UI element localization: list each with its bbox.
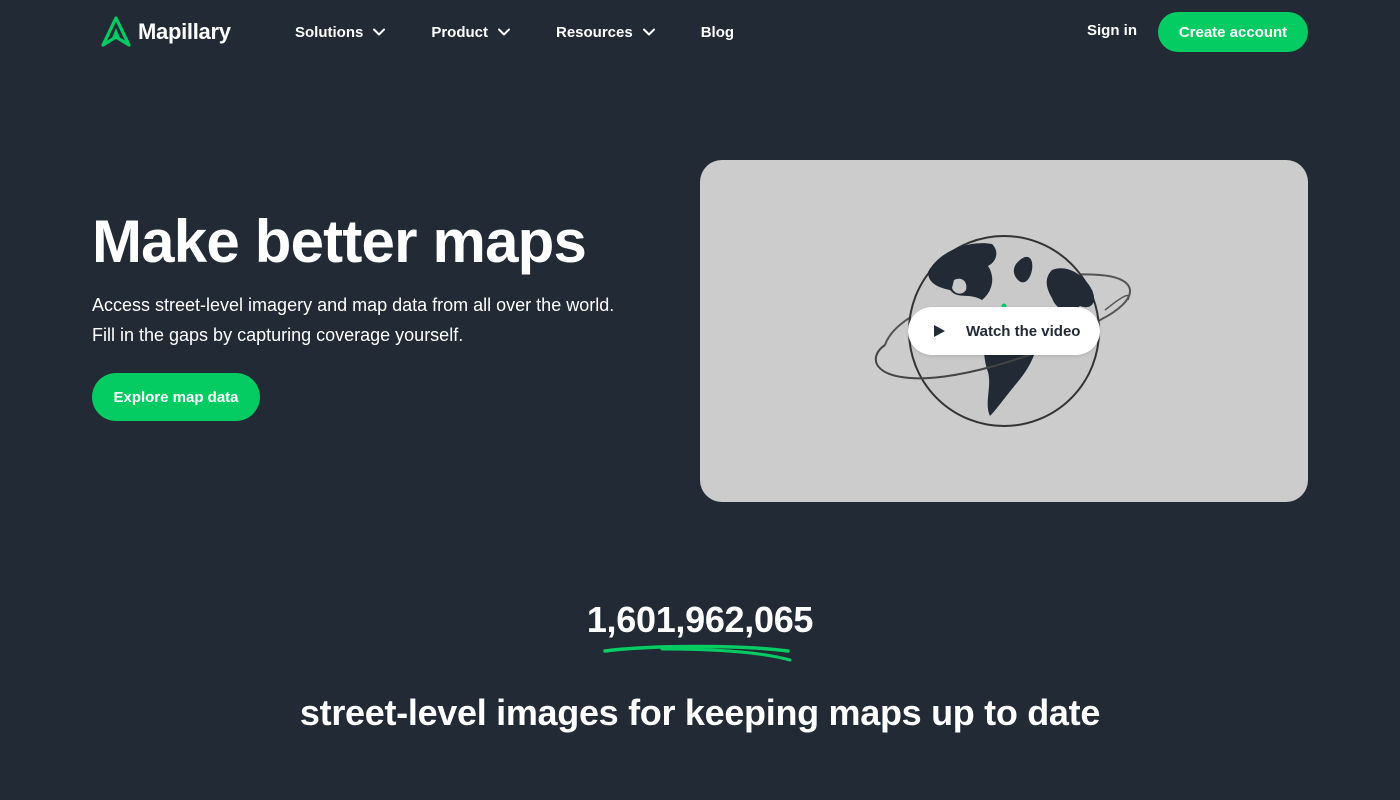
highlight-underline	[603, 644, 792, 662]
nav-menu: Solutions Product Resources Blog	[295, 20, 734, 44]
watch-video-label: Watch the video	[966, 322, 1081, 340]
chevron-down-icon	[373, 28, 386, 36]
chevron-down-icon	[642, 28, 655, 36]
logo-wordmark: Mapillary	[138, 19, 231, 44]
video-card[interactable]: Watch the video	[700, 160, 1308, 502]
nav-item-product[interactable]: Product	[431, 24, 510, 41]
play-icon	[934, 325, 945, 337]
hero-subtitle-line: Access street-level imagery and map data…	[92, 295, 615, 315]
explore-map-data-button[interactable]: Explore map data	[92, 373, 260, 421]
image-count: 1,601,962,065	[586, 599, 814, 640]
top-navigation: Mapillary Solutions Product Resources Bl…	[0, 0, 1400, 64]
nav-item-label: Resources	[556, 23, 633, 41]
hero-subtitle: Access street-level imagery and map data…	[92, 290, 652, 350]
nav-item-blog[interactable]: Blog	[701, 24, 734, 41]
mapillary-logo[interactable]: Mapillary	[100, 16, 231, 48]
image-count-caption: street-level images for keeping maps up …	[299, 692, 1101, 733]
nav-item-resources[interactable]: Resources	[556, 24, 655, 41]
hero-subtitle-line: Fill in the gaps by capturing coverage y…	[92, 325, 464, 345]
nav-item-solutions[interactable]: Solutions	[295, 23, 386, 41]
nav-item-label: Product	[431, 23, 488, 41]
create-account-button[interactable]: Create account	[1158, 12, 1308, 52]
hero-title: Make better maps	[92, 208, 587, 275]
chevron-down-icon	[498, 28, 510, 36]
nav-item-label: Blog	[700, 23, 735, 41]
nav-item-label: Solutions	[295, 23, 364, 41]
sign-in-link[interactable]: Sign in	[1087, 22, 1137, 39]
mapillary-logo-icon	[101, 16, 131, 47]
watch-video-button[interactable]: Watch the video	[908, 307, 1100, 355]
